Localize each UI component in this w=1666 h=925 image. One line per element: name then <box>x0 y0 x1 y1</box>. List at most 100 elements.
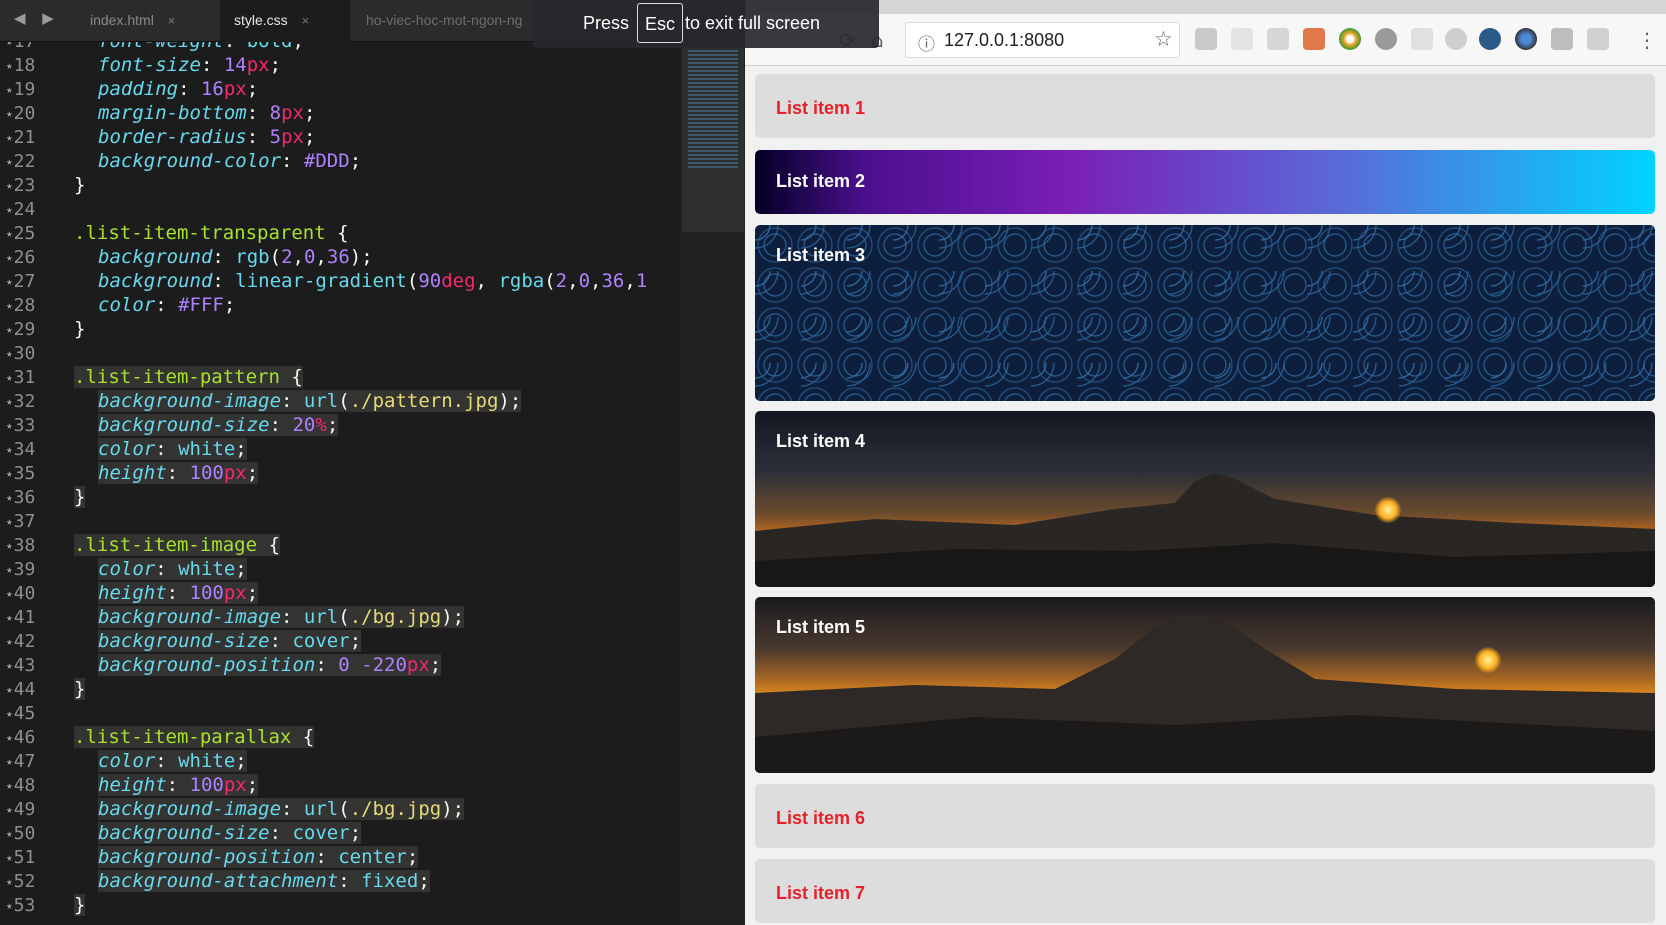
extension-icon[interactable] <box>1267 28 1289 50</box>
code-text: .list-item-parallax { <box>52 725 315 749</box>
code-line[interactable]: 27background: linear-gradient(90deg, rgb… <box>0 269 648 293</box>
tab-style-css[interactable]: style.css × <box>220 0 350 42</box>
code-token: : <box>281 150 304 172</box>
code-token: ; <box>293 42 304 52</box>
page-viewport: List item 1 List item 2 List item 3 List… <box>745 66 1666 925</box>
code-token: ; <box>418 870 430 892</box>
code-line[interactable]: 31.list-item-pattern { <box>0 365 647 389</box>
list-item-label: List item 5 <box>776 617 866 637</box>
extension-icon[interactable] <box>1445 28 1467 50</box>
code-line[interactable]: 21border-radius: 5px; <box>0 125 647 149</box>
code-line[interactable]: 39color: white; <box>0 557 647 581</box>
code-token: 14 <box>223 54 247 76</box>
code-line[interactable]: 22background-color: #DDD; <box>0 149 647 173</box>
code-line[interactable]: 32background-image: url(./pattern.jpg); <box>0 389 647 413</box>
extension-icon[interactable] <box>1303 28 1325 50</box>
code-line[interactable]: 18font-size: 14px; <box>0 53 647 77</box>
code-line[interactable]: 44} <box>0 677 647 701</box>
tab-index-html[interactable]: index.html × <box>76 0 206 42</box>
code-token: font-size <box>98 54 201 76</box>
bookmark-star-icon[interactable]: ☆ <box>1154 27 1173 51</box>
line-number: 37 <box>0 510 52 534</box>
list-item-parallax[interactable]: List item 5 <box>755 597 1655 773</box>
code-area[interactable]: 17font-weight: bold;18font-size: 14px;19… <box>0 42 680 925</box>
code-line[interactable]: 41background-image: url(./bg.jpg); <box>0 605 647 629</box>
code-line[interactable]: 28color: #FFF; <box>0 293 647 317</box>
extension-icon[interactable] <box>1231 28 1253 50</box>
extension-icon[interactable] <box>1339 28 1361 50</box>
code-line[interactable]: 26background: rgb(2,0,36); <box>0 245 647 269</box>
code-token: : <box>246 126 270 148</box>
code-line[interactable]: 30 <box>0 341 647 365</box>
list-item[interactable]: List item 6 <box>755 784 1655 848</box>
list-item[interactable]: List item 7 <box>755 859 1655 923</box>
gear-icon[interactable] <box>1375 28 1397 50</box>
list-item[interactable]: List item 1 <box>755 74 1655 138</box>
list-item-pattern[interactable]: List item 3 <box>755 225 1655 401</box>
code-line[interactable]: 52background-attachment: fixed; <box>0 869 647 893</box>
code-token: margin-bottom <box>98 102 247 124</box>
code-token: #DDD <box>303 150 350 172</box>
code-token: bold <box>247 42 293 52</box>
list-item-label: List item 7 <box>776 883 866 903</box>
browser-tab-strip <box>745 0 1666 14</box>
code-line[interactable]: 20margin-bottom: 8px; <box>0 101 647 125</box>
extension-icon[interactable] <box>1515 28 1537 50</box>
code-line[interactable]: 45 <box>0 701 647 725</box>
code-text: .list-item-pattern { <box>52 365 303 389</box>
code-line[interactable]: 36} <box>0 485 647 509</box>
code-line[interactable]: 23} <box>0 173 647 197</box>
code-line[interactable]: 35height: 100px; <box>0 461 647 485</box>
tab-other-file[interactable]: ho-viec-hoc-mot-ngon-ng <box>352 0 552 42</box>
extension-icon[interactable] <box>1551 28 1573 50</box>
code-line[interactable]: 50background-size: cover; <box>0 821 647 845</box>
url-text[interactable]: 127.0.0.1:8080 <box>944 30 1064 51</box>
close-icon[interactable]: × <box>302 13 310 28</box>
code-line[interactable]: 40height: 100px; <box>0 581 647 605</box>
code-token: : <box>155 750 179 772</box>
code-text: border-radius: 5px; <box>52 125 315 149</box>
code-line[interactable]: 51background-position: center; <box>0 845 647 869</box>
code-token: deg <box>441 270 476 292</box>
code-token: ; <box>303 126 316 148</box>
close-icon[interactable]: × <box>168 13 176 28</box>
code-line[interactable]: 53} <box>0 893 647 917</box>
extension-icon[interactable] <box>1479 28 1501 50</box>
line-number: 46 <box>0 726 52 750</box>
line-number: 30 <box>0 342 52 366</box>
code-line[interactable]: 34color: white; <box>0 437 647 461</box>
code-token: : <box>212 246 236 268</box>
code-line[interactable]: 19padding: 16px; <box>0 77 647 101</box>
code-line[interactable]: 33background-size: 20%; <box>0 413 647 437</box>
code-line[interactable]: 46.list-item-parallax { <box>0 725 647 749</box>
fullscreen-notice: Press Esc to exit full screen <box>533 0 879 48</box>
extension-icon[interactable] <box>1587 28 1609 50</box>
list-item-transparent[interactable]: List item 2 <box>755 150 1655 214</box>
info-icon[interactable]: ⓘ <box>918 30 935 55</box>
code-line[interactable]: 29} <box>0 317 647 341</box>
code-line[interactable]: 48height: 100px; <box>0 773 647 797</box>
code-token: px <box>406 654 430 676</box>
more-menu-icon[interactable]: ⋮ <box>1637 28 1657 52</box>
address-bar[interactable]: ⓘ 127.0.0.1:8080 ☆ <box>905 22 1180 58</box>
code-token: ; <box>303 102 316 124</box>
line-number: 24 <box>0 198 52 222</box>
code-line[interactable]: 38.list-item-image { <box>0 533 647 557</box>
code-line[interactable]: 43background-position: 0 -220px; <box>0 653 647 677</box>
code-text: background-image: url(./bg.jpg); <box>52 605 465 629</box>
code-line[interactable]: 42background-size: cover; <box>0 629 647 653</box>
list-item-image[interactable]: List item 4 <box>755 411 1655 587</box>
code-token: px <box>223 774 247 796</box>
code-line[interactable]: 37 <box>0 509 647 533</box>
code-line[interactable]: 25.list-item-transparent { <box>0 221 647 245</box>
code-token: white <box>178 558 236 580</box>
minimap[interactable] <box>680 42 745 925</box>
extension-icon[interactable] <box>1195 28 1217 50</box>
code-token: : <box>212 270 236 292</box>
extension-icon[interactable] <box>1411 28 1433 50</box>
code-line[interactable]: 49background-image: url(./bg.jpg); <box>0 797 647 821</box>
code-line[interactable]: 24 <box>0 197 647 221</box>
code-token: , <box>475 270 499 292</box>
tab-nav-arrows[interactable]: ◀ ▶ <box>14 9 60 27</box>
code-line[interactable]: 47color: white; <box>0 749 647 773</box>
